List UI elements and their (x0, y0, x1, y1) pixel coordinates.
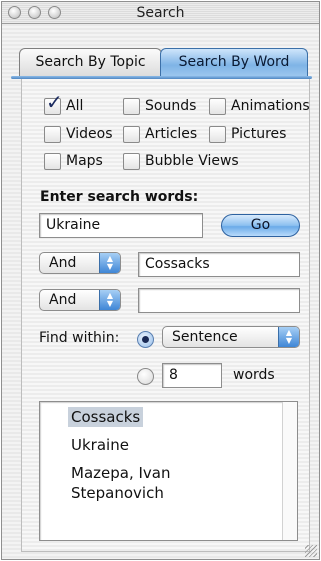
radio-within-count[interactable] (137, 368, 154, 385)
updown-arrows-icon: ▲ ▼ (278, 327, 299, 347)
go-button[interactable]: Go (221, 214, 300, 237)
checkbox-maps[interactable] (44, 153, 61, 170)
checkbox-articles-label: Articles (145, 126, 198, 142)
operator-select-3[interactable]: And ▲ ▼ (39, 289, 121, 311)
window-title: Search (136, 5, 185, 21)
checkbox-pictures[interactable] (209, 126, 226, 143)
find-within-label: Find within: (39, 330, 120, 346)
search-window: Search Search By Topic Search By Word ✓ … (1, 1, 320, 560)
word-count-field[interactable]: 8 (162, 363, 222, 388)
search-word-field-3[interactable] (138, 288, 300, 313)
checkbox-maps-label: Maps (66, 153, 103, 169)
list-item[interactable]: Cossacks (68, 407, 144, 427)
checkbox-videos[interactable] (44, 126, 61, 143)
search-word-field-2[interactable]: Cossacks (138, 252, 300, 277)
title-bar[interactable]: Search (2, 2, 319, 24)
checkbox-pictures-label: Pictures (231, 126, 287, 142)
within-unit-select[interactable]: Sentence ▲ ▼ (162, 326, 300, 348)
updown-arrows-icon: ▲ ▼ (99, 253, 120, 273)
results-list[interactable]: Cossacks Ukraine Mazepa, Ivan Stepanovic… (39, 401, 298, 541)
checkbox-all-label: All (66, 98, 84, 114)
tab-bar: Search By Topic Search By Word (8, 48, 308, 76)
checkbox-articles[interactable] (123, 126, 140, 143)
checkbox-all[interactable]: ✓ (44, 92, 63, 115)
checkbox-bubble-views-label: Bubble Views (145, 153, 239, 169)
search-words-label: Enter search words: (40, 189, 199, 205)
operator-select-3-value: And (49, 292, 77, 308)
checkbox-bubble-views[interactable] (123, 153, 140, 170)
tab-search-by-topic[interactable]: Search By Topic (19, 48, 162, 76)
within-unit-select-value: Sentence (172, 329, 238, 345)
checkbox-sounds[interactable] (123, 98, 140, 115)
search-word-field-1[interactable]: Ukraine (39, 213, 203, 238)
results-scrollbar[interactable] (282, 402, 297, 540)
radio-within-unit[interactable] (137, 331, 154, 348)
checkbox-animations-label: Animations (231, 98, 310, 114)
updown-arrows-icon: ▲ ▼ (99, 290, 120, 310)
checkmark-icon: ✓ (46, 90, 63, 114)
checkbox-sounds-label: Sounds (145, 98, 197, 114)
checkbox-videos-label: Videos (66, 126, 113, 142)
resize-grip-icon[interactable] (305, 545, 317, 557)
list-item[interactable]: Mazepa, Ivan Stepanovich (71, 463, 231, 503)
list-item[interactable]: Ukraine (71, 435, 129, 455)
operator-select-2-value: And (49, 255, 77, 271)
word-count-unit-label: words (233, 367, 275, 383)
tab-search-by-word[interactable]: Search By Word (160, 48, 308, 76)
checkbox-animations[interactable] (209, 98, 226, 115)
operator-select-2[interactable]: And ▲ ▼ (39, 252, 121, 274)
